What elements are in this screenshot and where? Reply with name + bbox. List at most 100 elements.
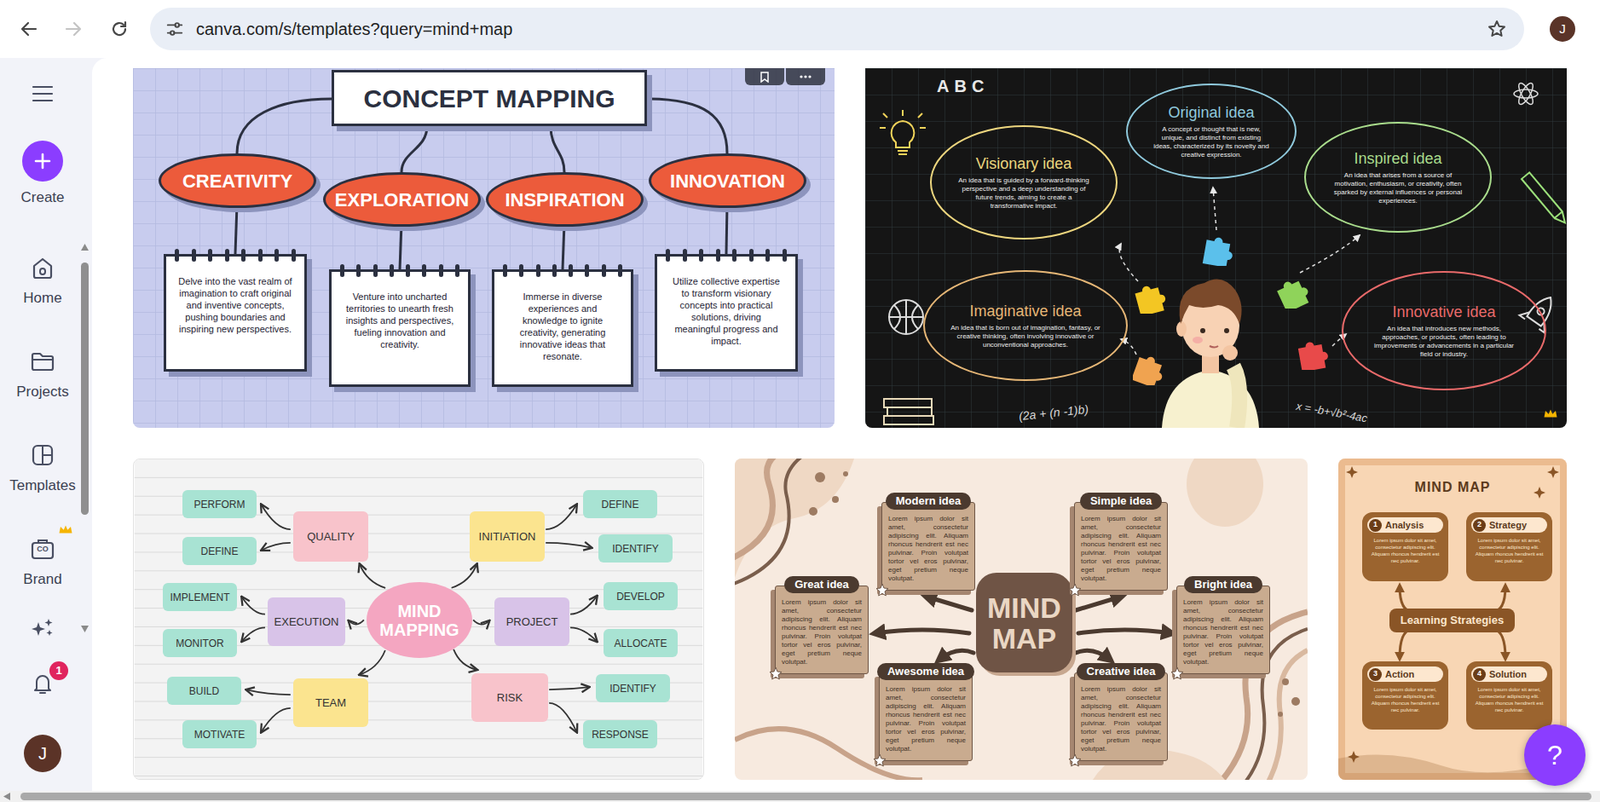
idea-text: Lorem ipsum dolor sit amet, consectetur … [888, 514, 969, 584]
note-text: Utilize collective expertise to transfor… [667, 275, 786, 347]
reload-button[interactable] [102, 11, 137, 47]
leaf-node: MONITOR [162, 629, 237, 658]
ring [340, 264, 345, 278]
magic-button[interactable] [29, 617, 56, 640]
horizontal-scrollbar[interactable] [0, 791, 1600, 802]
help-button[interactable]: ? [1524, 724, 1586, 786]
scrollbar-thumb[interactable] [20, 792, 1592, 801]
sidebar-item[interactable]: COBrand [23, 533, 62, 589]
sidebar-column: Create Home Projects Templates COBrand 1 J [0, 57, 86, 773]
star-icon [1068, 753, 1082, 768]
site-settings-icon[interactable] [165, 19, 185, 39]
idea-card: Creative ideaLorem ipsum dolor sit amet,… [1074, 663, 1168, 762]
premium-slot [810, 407, 826, 420]
center-node: MIND MAPPING [366, 582, 473, 659]
arrow [260, 503, 291, 530]
note-text: Delve into the vast realm of imagination… [176, 275, 295, 336]
sparkle-icon [29, 617, 56, 640]
ring [665, 248, 671, 262]
idea-title: Simple idea [1080, 492, 1162, 510]
profile-avatar[interactable]: J [1549, 16, 1576, 42]
browser-toolbar: canva.com/s/templates?query=mind+map J [0, 0, 1600, 58]
scroll-down-icon[interactable] [80, 625, 89, 633]
puzzle-piece-icon [1275, 274, 1310, 309]
star-icon [1068, 583, 1082, 597]
ring [749, 248, 754, 262]
arrow [570, 627, 598, 642]
scroll-up-icon[interactable] [80, 243, 89, 251]
center-node: MIND MAP [976, 572, 1073, 673]
forward-button[interactable] [56, 11, 91, 47]
idea-text: Lorem ipsum dolor sit amet, consectetur … [1183, 598, 1264, 667]
ring [716, 248, 721, 262]
idea-text: Lorem ipsum dolor sit amet, consectetur … [1080, 514, 1162, 584]
notification-badge: 1 [49, 661, 69, 681]
menu-button[interactable] [30, 81, 55, 106]
save-button[interactable] [745, 68, 785, 86]
sidebar-nav: Home Projects Templates COBrand [9, 252, 76, 589]
notebook-rings [665, 248, 787, 262]
notebook-rings [174, 248, 296, 262]
back-button[interactable] [11, 11, 47, 47]
branch-node: QUALITY [293, 511, 369, 562]
sidebar-item[interactable]: Templates [9, 439, 76, 495]
leaf-node: ALLOCATE [603, 629, 678, 658]
sidebar-item[interactable]: Projects [16, 346, 69, 401]
arrow [1399, 629, 1414, 659]
address-bar[interactable]: canva.com/s/templates?query=mind+map [150, 7, 1525, 51]
template-card[interactable]: MIND MAPLearning Strategies1AnalysisLore… [1338, 458, 1567, 780]
arrow [545, 503, 578, 530]
more-button[interactable] [785, 68, 826, 86]
ring [274, 248, 279, 262]
ring [191, 248, 197, 262]
branch-ellipse: INSPIRATION [485, 172, 644, 227]
arrow [1075, 596, 1121, 611]
strategy-header: 1Analysis [1367, 517, 1444, 533]
premium-slot [57, 335, 74, 348]
premium-slot [57, 429, 74, 442]
puzzle-piece [1295, 335, 1330, 370]
idea-body: Lorem ipsum dolor sit amet, consectetur … [881, 502, 976, 591]
scrollbar-thumb[interactable] [80, 262, 89, 515]
branch-node: INITIATION [469, 511, 545, 562]
more-dots-icon [799, 75, 812, 79]
ring [225, 248, 230, 262]
ring [291, 248, 296, 262]
idea-title: Modern idea [885, 492, 972, 510]
notifications-button[interactable]: 1 [28, 670, 57, 698]
scroll-left-icon[interactable] [3, 792, 11, 801]
note-text: Immerse in diverse experiences and knowl… [504, 290, 621, 363]
template-card[interactable]: MIND MAPPINGQUALITYPERFORMDEFINEINITIATI… [132, 458, 705, 780]
step-number: 4 [1472, 668, 1486, 682]
connector-line [235, 204, 237, 255]
sidebar-scrollbar[interactable] [80, 243, 90, 633]
star-icon [872, 753, 887, 768]
note-text: Venture into uncharted territories to un… [341, 290, 458, 351]
bookmark-star-icon[interactable] [1486, 18, 1508, 40]
idea-title: Great idea [784, 576, 860, 594]
notebook-rings [502, 264, 623, 278]
account-avatar[interactable]: J [23, 734, 62, 773]
sidebar-item[interactable]: Home [23, 252, 62, 307]
bookmark-icon [760, 71, 769, 83]
idea-body: Lorem ipsum dolor sit amet, consectetur … [1074, 672, 1168, 762]
puzzle-piece-icon [1132, 351, 1167, 386]
idea-text: Lorem ipsum dolor sit amet, consectetur … [1080, 685, 1162, 754]
create-circle [22, 140, 64, 182]
strategy-header: 2Strategy [1471, 517, 1548, 533]
template-card[interactable]: MIND MAP Modern idea Lorem ipsum dolor sit… [734, 458, 1308, 780]
template-card[interactable]: CONCEPT MAPPINGCREATIVITYDelve into the … [132, 68, 835, 428]
star-icon [875, 583, 890, 597]
arrow [1491, 629, 1506, 659]
star-decoration [875, 583, 890, 597]
sidebar-item-label: Brand [23, 571, 62, 589]
idea-card: Awesome ideaLorem ipsum dolor sit amet, … [878, 663, 973, 762]
branch-node: RISK [471, 673, 549, 723]
reload-icon [109, 18, 130, 40]
template-row: MIND MAPPINGQUALITYPERFORMDEFINEINITIATI… [132, 458, 1600, 780]
ring [502, 264, 508, 278]
idea-title: Bright idea [1184, 576, 1263, 594]
arrow [260, 708, 291, 734]
template-card[interactable]: Original ideaA concept or thought that i… [865, 68, 1567, 428]
create-button[interactable]: Create [20, 140, 64, 207]
